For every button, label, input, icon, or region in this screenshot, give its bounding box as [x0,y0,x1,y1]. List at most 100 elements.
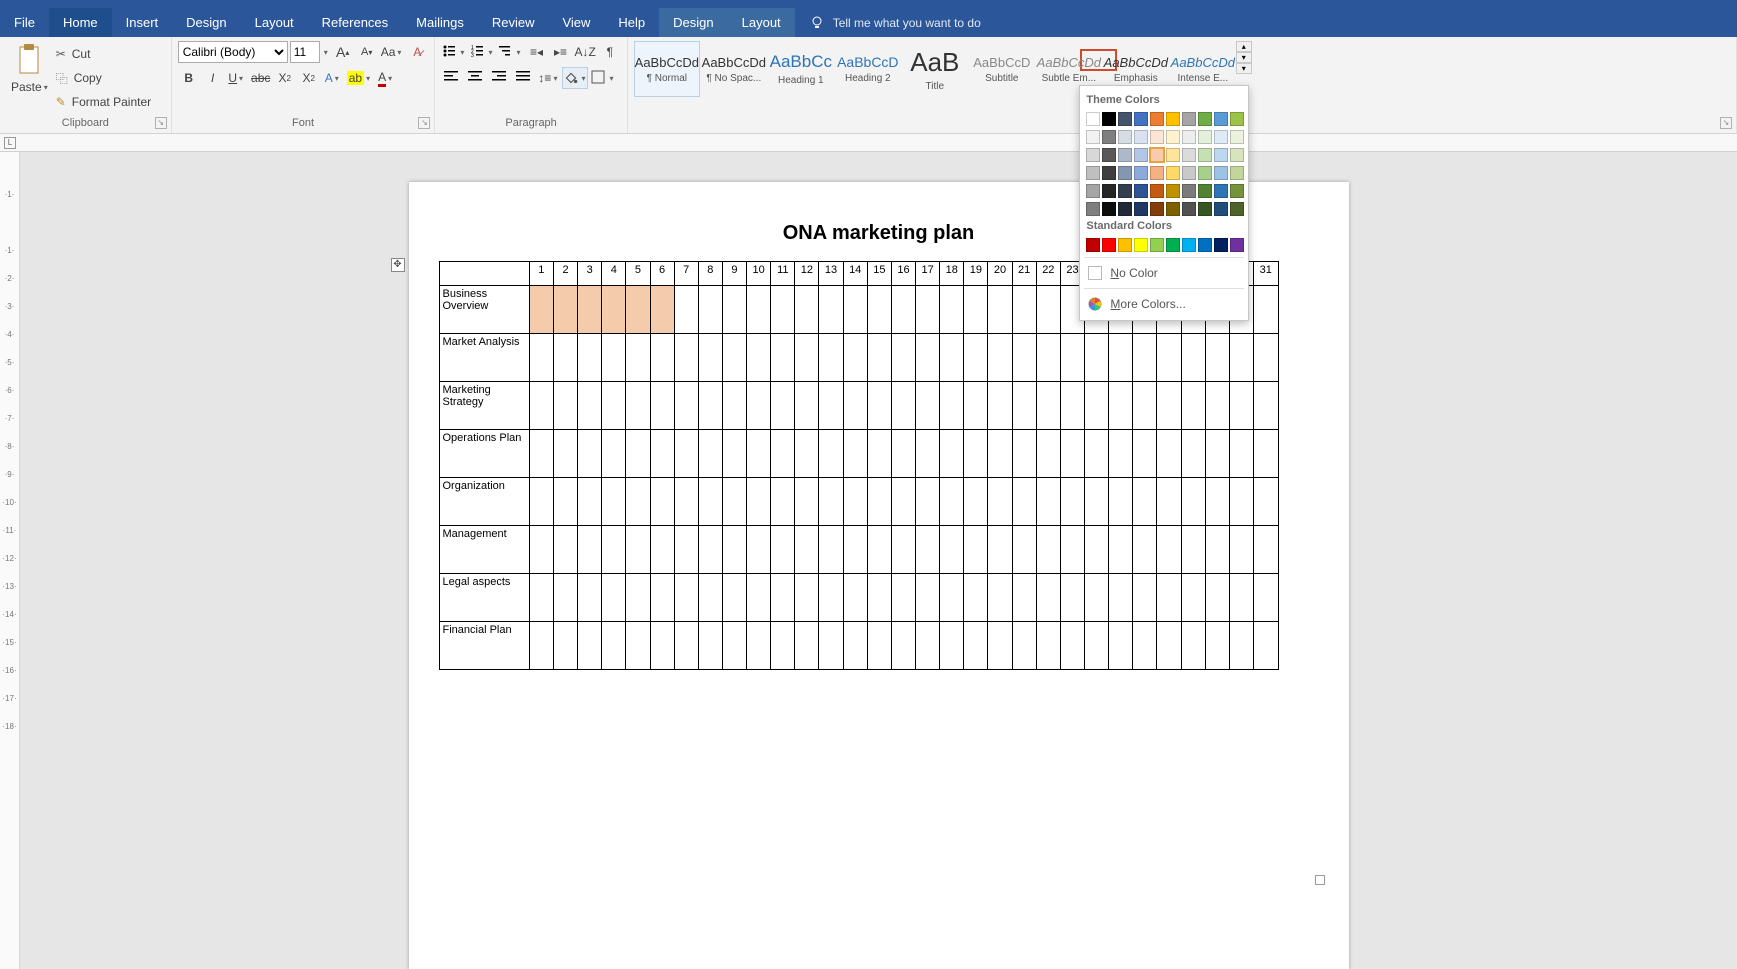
tab-table-layout[interactable]: Layout [728,8,795,37]
plan-cell[interactable] [988,574,1012,622]
plan-cell[interactable] [1012,622,1036,670]
color-swatch[interactable] [1134,184,1148,198]
color-swatch[interactable] [1182,130,1196,144]
plan-cell[interactable] [1157,574,1181,622]
plan-cell[interactable] [1109,430,1133,478]
color-swatch[interactable] [1214,112,1228,126]
color-swatch[interactable] [1102,112,1116,126]
plan-cell[interactable] [964,286,988,334]
plan-cell[interactable] [1229,478,1253,526]
plan-cell[interactable] [1133,574,1157,622]
plan-cell[interactable] [650,334,674,382]
style-item[interactable]: AaBbCcHeading 1 [768,41,834,97]
cut-button[interactable]: ✂Cut [55,43,165,65]
plan-cell[interactable] [891,286,915,334]
plan-cell[interactable] [867,382,891,430]
plan-cell[interactable] [771,334,795,382]
color-swatch[interactable] [1150,202,1164,216]
plan-cell[interactable] [1012,526,1036,574]
plan-cell[interactable] [916,526,940,574]
plan-cell[interactable] [602,334,626,382]
plan-cell[interactable] [1036,478,1060,526]
plan-cell[interactable] [988,430,1012,478]
tab-selector[interactable]: L [4,137,16,149]
plan-cell[interactable] [1085,574,1109,622]
color-swatch[interactable] [1230,112,1244,126]
plan-cell[interactable] [529,334,553,382]
color-swatch[interactable] [1118,202,1132,216]
plan-cell[interactable] [1012,478,1036,526]
plan-cell[interactable] [916,622,940,670]
plan-cell[interactable] [916,478,940,526]
plan-cell[interactable] [916,286,940,334]
highlight-button[interactable]: ab▾ [346,67,373,89]
color-swatch[interactable] [1166,130,1180,144]
style-gallery-scroll[interactable]: ▴▾▾ [1236,41,1252,74]
style-item[interactable]: AaBbCcDHeading 2 [835,41,901,97]
align-right-button[interactable] [489,67,511,89]
plan-cell[interactable] [1133,382,1157,430]
plan-cell[interactable] [529,478,553,526]
plan-cell[interactable] [1181,478,1205,526]
shading-button[interactable]: ▾ [562,67,588,89]
color-swatch[interactable] [1134,130,1148,144]
plan-cell[interactable] [1012,574,1036,622]
color-swatch[interactable] [1134,166,1148,180]
plan-cell[interactable] [843,430,867,478]
plan-cell[interactable] [1254,478,1278,526]
color-swatch[interactable] [1182,238,1196,252]
plan-cell[interactable] [916,430,940,478]
plan-cell[interactable] [1254,286,1278,334]
plan-cell[interactable] [1060,622,1084,670]
plan-cell[interactable] [1085,382,1109,430]
color-swatch[interactable] [1102,184,1116,198]
plan-cell[interactable] [1036,574,1060,622]
paste-button[interactable]: Paste▾ [10,79,51,95]
plan-cell[interactable] [1060,334,1084,382]
strikethrough-button[interactable]: abc [250,67,272,89]
plan-cell[interactable] [940,526,964,574]
plan-cell[interactable] [650,574,674,622]
color-swatch[interactable] [1166,166,1180,180]
style-item[interactable]: AaBTitle [902,41,968,97]
plan-cell[interactable] [650,382,674,430]
plan-cell[interactable] [1205,622,1229,670]
tab-table-design[interactable]: Design [659,8,727,37]
plan-cell[interactable] [1012,334,1036,382]
plan-cell[interactable] [891,526,915,574]
styles-dialog-launcher[interactable]: ↘ [1720,117,1732,129]
plan-cell[interactable] [747,334,771,382]
plan-cell[interactable] [578,382,602,430]
color-swatch[interactable] [1198,238,1212,252]
plan-cell[interactable] [1229,622,1253,670]
plan-cell[interactable] [891,334,915,382]
no-color-row[interactable]: No Color [1086,261,1242,285]
plan-cell[interactable] [867,622,891,670]
plan-cell[interactable] [795,574,819,622]
color-swatch[interactable] [1198,148,1212,162]
show-marks-button[interactable]: ¶ [599,41,621,63]
color-swatch[interactable] [1198,112,1212,126]
plan-cell[interactable] [1085,334,1109,382]
plan-cell[interactable] [1205,334,1229,382]
numbering-button[interactable]: 123▾ [469,41,495,63]
style-item[interactable]: AaBbCcDSubtitle [969,41,1035,97]
plan-cell[interactable] [1133,478,1157,526]
plan-cell[interactable] [529,382,553,430]
color-swatch[interactable] [1118,238,1132,252]
shrink-font-button[interactable]: A▾ [356,41,378,63]
color-swatch[interactable] [1134,148,1148,162]
tab-view[interactable]: View [548,8,604,37]
plan-cell[interactable] [1157,478,1181,526]
plan-cell[interactable] [867,478,891,526]
plan-cell[interactable] [771,526,795,574]
color-swatch[interactable] [1214,202,1228,216]
plan-table[interactable]: 1234567891011121314151617181920212223242… [439,261,1279,670]
color-swatch[interactable] [1150,148,1164,162]
tab-mailings[interactable]: Mailings [402,8,478,37]
color-swatch[interactable] [1166,112,1180,126]
color-swatch[interactable] [1118,184,1132,198]
plan-cell[interactable] [1060,574,1084,622]
color-swatch[interactable] [1118,130,1132,144]
italic-button[interactable]: I [202,67,224,89]
